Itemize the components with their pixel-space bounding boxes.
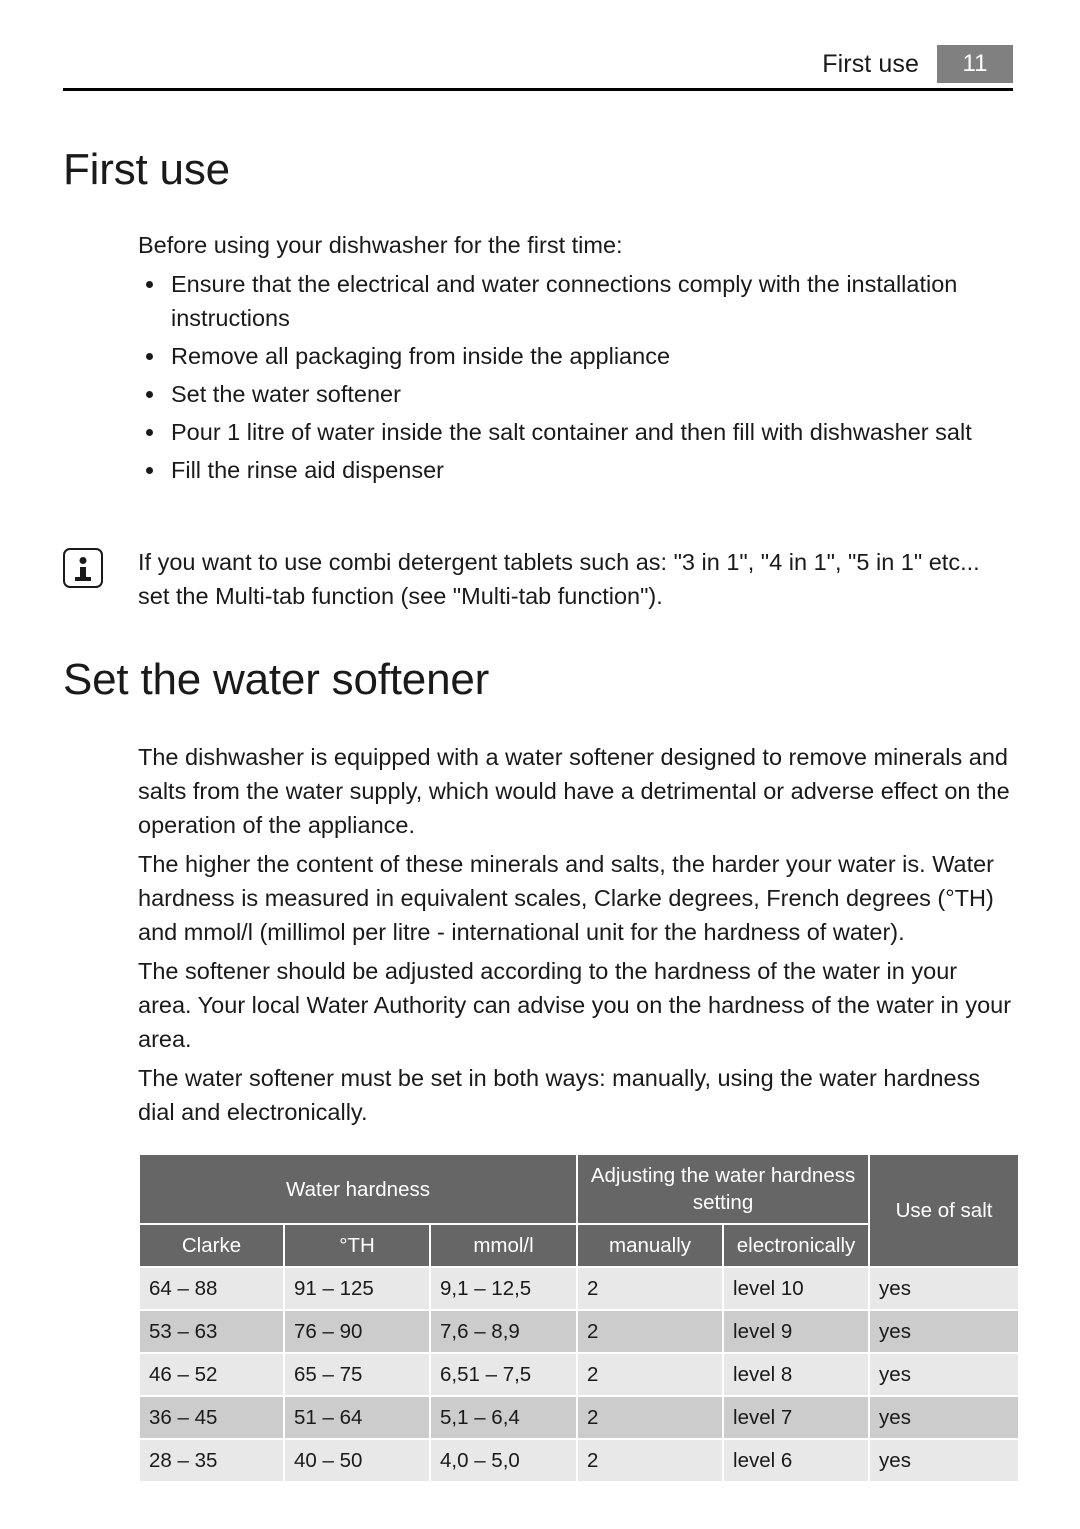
- info-note-text: If you want to use combi detergent table…: [138, 549, 980, 609]
- cell-use-of-salt: yes: [870, 1268, 1019, 1309]
- cell-th: 40 – 50: [285, 1440, 429, 1481]
- bullet-icon: [146, 353, 153, 360]
- info-icon-base: [75, 577, 91, 581]
- cell-use-of-salt: yes: [870, 1397, 1019, 1438]
- table-row: 53 – 63 76 – 90 7,6 – 8,9 2 level 9 yes: [140, 1311, 1019, 1352]
- cell-manually: 2: [578, 1268, 723, 1309]
- cell-clarke: 64 – 88: [140, 1268, 283, 1309]
- cell-electronically: level 10: [724, 1268, 869, 1309]
- list-item: Pour 1 litre of water inside the salt co…: [138, 415, 1016, 449]
- cell-th: 51 – 64: [285, 1397, 429, 1438]
- column-header-use-of-salt: Use of salt: [870, 1155, 1019, 1266]
- cell-th: 76 – 90: [285, 1311, 429, 1352]
- cell-use-of-salt: yes: [870, 1311, 1019, 1352]
- cell-electronically: level 8: [724, 1354, 869, 1395]
- table-header-row-group: Water hardness Adjusting the water hardn…: [140, 1155, 1019, 1266]
- list-item: Fill the rinse aid dispenser: [138, 453, 1016, 487]
- paragraph: The higher the content of these minerals…: [138, 851, 995, 945]
- section-heading-set-the-water-softener: Set the water softener: [63, 655, 490, 704]
- column-header-manually: manually: [578, 1225, 723, 1266]
- bullet-icon: [146, 391, 153, 398]
- bullet-icon: [146, 467, 153, 474]
- first-use-intro: Before using your dishwasher for the fir…: [138, 232, 623, 258]
- section-heading-first-use: First use: [63, 145, 230, 194]
- page-number-badge: 11: [937, 45, 1013, 83]
- cell-manually: 2: [578, 1311, 723, 1352]
- list-item-text: Ensure that the electrical and water con…: [171, 271, 958, 331]
- cell-th: 91 – 125: [285, 1268, 429, 1309]
- cell-clarke: 36 – 45: [140, 1397, 283, 1438]
- water-hardness-table: Water hardness Adjusting the water hardn…: [138, 1153, 1020, 1483]
- cell-mmol: 5,1 – 6,4: [431, 1397, 577, 1438]
- list-item-text: Fill the rinse aid dispenser: [171, 457, 444, 483]
- info-note: If you want to use combi detergent table…: [63, 545, 1016, 613]
- first-use-checklist: Ensure that the electrical and water con…: [138, 267, 1016, 487]
- list-item-text: Pour 1 litre of water inside the salt co…: [171, 419, 972, 445]
- column-header-clarke: Clarke: [140, 1225, 283, 1266]
- bullet-icon: [146, 281, 153, 288]
- cell-electronically: level 9: [724, 1311, 869, 1352]
- water-softener-content: The dishwasher is equipped with a water …: [138, 740, 1016, 1134]
- paragraph: The water softener must be set in both w…: [138, 1065, 981, 1125]
- column-header-electronically: electronically: [724, 1225, 869, 1266]
- list-item: Remove all packaging from inside the app…: [138, 339, 1016, 373]
- cell-mmol: 9,1 – 12,5: [431, 1268, 577, 1309]
- list-item-text: Remove all packaging from inside the app…: [171, 343, 671, 369]
- info-icon-dot: [79, 557, 87, 564]
- cell-electronically: level 7: [724, 1397, 869, 1438]
- column-group-adjusting-setting: Adjusting the water hardness setting: [578, 1155, 869, 1223]
- cell-clarke: 53 – 63: [140, 1311, 283, 1352]
- paragraph: The dishwasher is equipped with a water …: [138, 744, 1010, 838]
- table-row: 36 – 45 51 – 64 5,1 – 6,4 2 level 7 yes: [140, 1397, 1019, 1438]
- list-item: Set the water softener: [138, 377, 1016, 411]
- cell-use-of-salt: yes: [870, 1354, 1019, 1395]
- page-header: First use 11: [63, 44, 1013, 88]
- cell-mmol: 6,51 – 7,5: [431, 1354, 577, 1395]
- list-item: Ensure that the electrical and water con…: [138, 267, 1016, 335]
- cell-mmol: 7,6 – 8,9: [431, 1311, 577, 1352]
- cell-manually: 2: [578, 1354, 723, 1395]
- table-row: 64 – 88 91 – 125 9,1 – 12,5 2 level 10 y…: [140, 1268, 1019, 1309]
- cell-use-of-salt: yes: [870, 1440, 1019, 1481]
- header-title: First use: [822, 49, 919, 78]
- header-divider: [63, 88, 1013, 91]
- list-item-text: Set the water softener: [171, 381, 401, 407]
- first-use-content: Before using your dishwasher for the fir…: [138, 228, 1016, 491]
- column-group-water-hardness: Water hardness: [140, 1155, 577, 1223]
- cell-clarke: 28 – 35: [140, 1440, 283, 1481]
- info-icon: [63, 548, 103, 588]
- cell-electronically: level 6: [724, 1440, 869, 1481]
- table-row: 46 – 52 65 – 75 6,51 – 7,5 2 level 8 yes: [140, 1354, 1019, 1395]
- cell-manually: 2: [578, 1397, 723, 1438]
- table-row: 28 – 35 40 – 50 4,0 – 5,0 2 level 6 yes: [140, 1440, 1019, 1481]
- column-header-mmol: mmol/l: [431, 1225, 577, 1266]
- water-hardness-table-container: Water hardness Adjusting the water hardn…: [138, 1153, 1019, 1483]
- bullet-icon: [146, 429, 153, 436]
- cell-mmol: 4,0 – 5,0: [431, 1440, 577, 1481]
- column-header-th: °TH: [285, 1225, 429, 1266]
- cell-clarke: 46 – 52: [140, 1354, 283, 1395]
- cell-manually: 2: [578, 1440, 723, 1481]
- paragraph: The softener should be adjusted accordin…: [138, 958, 1012, 1052]
- cell-th: 65 – 75: [285, 1354, 429, 1395]
